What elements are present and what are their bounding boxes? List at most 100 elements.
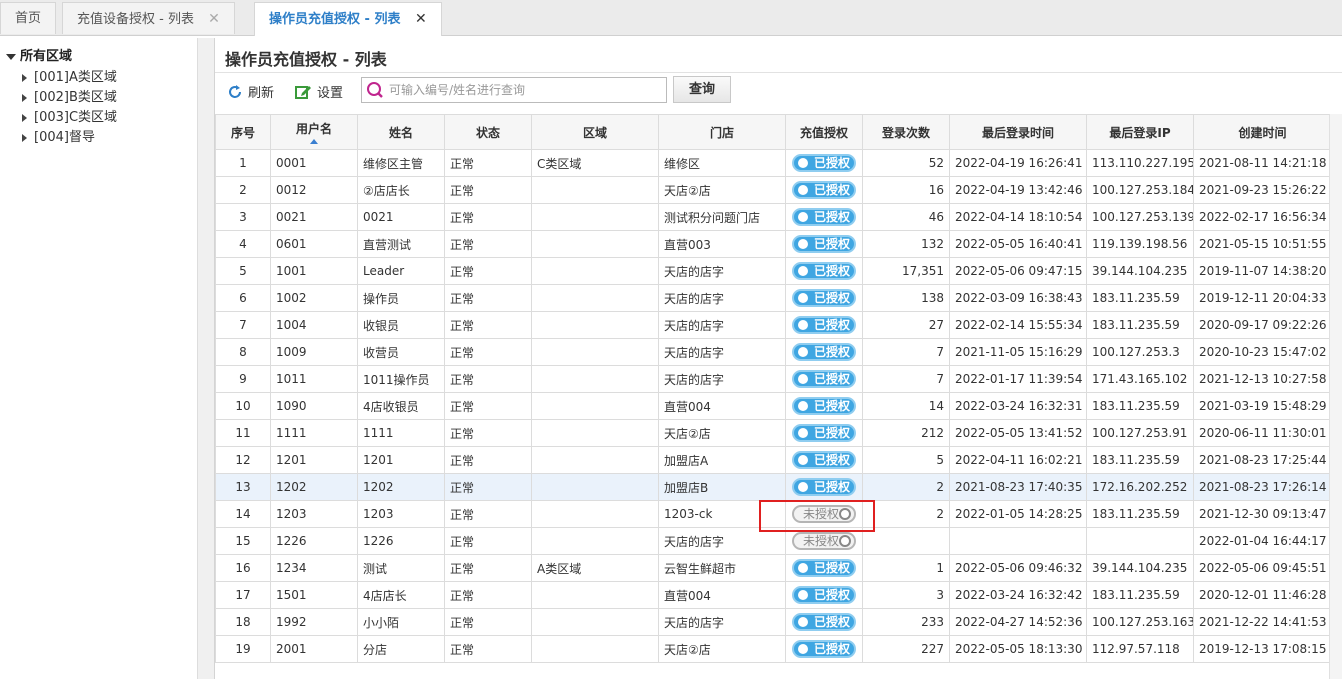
refresh-icon <box>229 84 241 98</box>
tree-root[interactable]: 所有区域 <box>6 45 72 64</box>
toggle-knob-icon <box>798 266 808 276</box>
table-row[interactable]: 3 0021 0021 正常 测试积分问题门店 已授权 46 2022-04-14 18:10… <box>215 203 1332 231</box>
search-box[interactable] <box>361 77 667 103</box>
edit-icon <box>295 85 311 99</box>
auth-toggle[interactable]: 已授权 <box>792 559 856 577</box>
close-icon[interactable]: ✕ <box>208 11 220 27</box>
table-row[interactable]: 10 1090 4店收银员 正常 直营004 已授权 14 2022-03-24 16:32:… <box>215 392 1332 420</box>
auth-toggle[interactable]: 已授权 <box>792 370 856 388</box>
table-row[interactable]: 5 1001 Leader 正常 天店的店字 已授权 17,351 2022-05-06 09… <box>215 257 1332 285</box>
table-row[interactable]: 19 2001 分店 正常 天店②店 已授权 227 2022-05-05 18:13:30 1… <box>215 635 1332 663</box>
table-row[interactable]: 1 0001 维修区主管 正常 C类区域 维修区 已授权 52 2022-04-19 16:26… <box>215 149 1332 177</box>
auth-toggle[interactable]: 已授权 <box>792 613 856 631</box>
cell-no: 14 <box>215 500 271 528</box>
tree-item-supervisor[interactable]: [004]督导 <box>22 126 95 145</box>
table-row[interactable]: 2 0012 ②店店长 正常 天店②店 已授权 16 2022-04-19 13:42:46 1… <box>215 176 1332 204</box>
auth-toggle[interactable]: 已授权 <box>792 451 856 469</box>
table-row[interactable]: 9 1011 1011操作员 正常 天店的店字 已授权 7 2022-01-17 11:39:… <box>215 365 1332 393</box>
cell-name: 1202 <box>357 473 445 501</box>
cell-status: 正常 <box>444 311 532 339</box>
cell-last-time <box>949 527 1087 555</box>
toggle-label: 已授权 <box>814 615 851 629</box>
tab-operator-auth[interactable]: 操作员充值授权 - 列表 ✕ <box>254 2 442 36</box>
table-row[interactable]: 4 0601 直营测试 正常 直营003 已授权 132 2022-05-05 16:40:4… <box>215 230 1332 258</box>
cell-no: 11 <box>215 419 271 447</box>
auth-toggle[interactable]: 已授权 <box>792 478 856 496</box>
close-icon[interactable]: ✕ <box>415 11 427 27</box>
cell-last-ip: 113.110.227.195 <box>1086 149 1194 177</box>
col-header-no[interactable]: 序号 <box>215 114 271 150</box>
cell-area <box>531 446 659 474</box>
caret-right-icon[interactable] <box>22 93 27 102</box>
auth-toggle[interactable]: 已授权 <box>792 424 856 442</box>
table-row[interactable]: 7 1004 收银员 正常 天店的店字 已授权 27 2022-02-14 15:55:34 1… <box>215 311 1332 339</box>
tree-item-c[interactable]: [003]C类区域 <box>22 106 117 125</box>
cell-status: 正常 <box>444 149 532 177</box>
auth-toggle[interactable]: 已授权 <box>792 586 856 604</box>
auth-toggle[interactable]: 未授权 <box>792 532 856 550</box>
col-header-name[interactable]: 姓名 <box>357 114 445 150</box>
col-header-logins[interactable]: 登录次数 <box>862 114 950 150</box>
cell-auth: 已授权 <box>785 635 863 663</box>
cell-last-time: 2022-04-14 18:10:54 <box>949 203 1087 231</box>
vertical-scrollbar[interactable] <box>1329 114 1342 679</box>
cell-logins: 7 <box>862 338 950 366</box>
query-button[interactable]: 查询 <box>673 76 731 103</box>
cell-status: 正常 <box>444 473 532 501</box>
col-header-created[interactable]: 创建时间 <box>1193 114 1332 150</box>
auth-toggle[interactable]: 已授权 <box>792 397 856 415</box>
auth-toggle[interactable]: 已授权 <box>792 208 856 226</box>
toggle-knob-icon <box>798 428 808 438</box>
cell-store: 测试积分问题门店 <box>658 203 786 231</box>
cell-last-ip: 100.127.253.91 <box>1086 419 1194 447</box>
caret-right-icon[interactable] <box>22 113 27 122</box>
table-row[interactable]: 6 1002 操作员 正常 天店的店字 已授权 138 2022-03-09 16:38:43… <box>215 284 1332 312</box>
caret-right-icon[interactable] <box>22 73 27 82</box>
cell-area <box>531 635 659 663</box>
table-row[interactable]: 16 1234 测试 正常 A类区域 云智生鲜超市 已授权 1 2022-05-06 09:46… <box>215 554 1332 582</box>
table-row[interactable]: 11 1111 1111 正常 天店②店 已授权 212 2022-05-05 13:41:5… <box>215 419 1332 447</box>
col-header-store[interactable]: 门店 <box>658 114 786 150</box>
cell-auth: 已授权 <box>785 149 863 177</box>
table-row[interactable]: 13 1202 1202 正常 加盟店B 已授权 2 2021-08-23 17:40:35 1… <box>215 473 1332 501</box>
refresh-button[interactable]: 刷新 <box>227 82 274 101</box>
cell-no: 9 <box>215 365 271 393</box>
auth-toggle[interactable]: 已授权 <box>792 181 856 199</box>
tree-item-b[interactable]: [002]B类区域 <box>22 86 117 105</box>
settings-button[interactable]: 设置 <box>295 82 343 101</box>
table-body: 1 0001 维修区主管 正常 C类区域 维修区 已授权 52 2022-04-19 16:26… <box>215 149 1332 663</box>
table-row[interactable]: 18 1992 小小陌 正常 天店的店字 已授权 233 2022-04-27 14:52:3… <box>215 608 1332 636</box>
auth-toggle[interactable]: 已授权 <box>792 640 856 658</box>
cell-name: 1011操作员 <box>357 365 445 393</box>
col-header-area[interactable]: 区域 <box>531 114 659 150</box>
cell-auth: 已授权 <box>785 203 863 231</box>
cell-area <box>531 284 659 312</box>
cell-status: 正常 <box>444 284 532 312</box>
table-row[interactable]: 17 1501 4店店长 正常 直营004 已授权 3 2022-03-24 16:32:42… <box>215 581 1332 609</box>
search-input[interactable] <box>387 82 661 98</box>
tree-item-a[interactable]: [001]A类区域 <box>22 66 117 85</box>
tab-device-auth[interactable]: 充值设备授权 - 列表 ✕ <box>62 2 235 34</box>
cell-no: 15 <box>215 527 271 555</box>
col-header-username[interactable]: 用户名 <box>270 114 358 150</box>
col-header-last-time[interactable]: 最后登录时间 <box>949 114 1087 150</box>
tab-home[interactable]: 首页 <box>0 2 57 34</box>
col-header-auth[interactable]: 充值授权 <box>785 114 863 150</box>
auth-toggle[interactable]: 已授权 <box>792 289 856 307</box>
auth-toggle[interactable]: 已授权 <box>792 316 856 334</box>
cell-username: 1203 <box>270 500 358 528</box>
col-header-last-ip[interactable]: 最后登录IP <box>1086 114 1194 150</box>
table-row[interactable]: 8 1009 收营员 正常 天店的店字 已授权 7 2021-11-05 15:16:29 10… <box>215 338 1332 366</box>
cell-last-ip: 171.43.165.102 <box>1086 365 1194 393</box>
auth-toggle[interactable]: 已授权 <box>792 343 856 361</box>
col-header-status[interactable]: 状态 <box>444 114 532 150</box>
auth-toggle[interactable]: 已授权 <box>792 154 856 172</box>
splitter[interactable] <box>198 38 214 679</box>
table-row[interactable]: 12 1201 1201 正常 加盟店A 已授权 5 2022-04-11 16:02:21 1… <box>215 446 1332 474</box>
toggle-label: 已授权 <box>814 156 851 170</box>
toggle-knob-icon <box>798 590 808 600</box>
caret-right-icon[interactable] <box>22 133 27 142</box>
auth-toggle[interactable]: 已授权 <box>792 262 856 280</box>
auth-toggle[interactable]: 已授权 <box>792 235 856 253</box>
caret-down-icon[interactable] <box>6 53 16 60</box>
